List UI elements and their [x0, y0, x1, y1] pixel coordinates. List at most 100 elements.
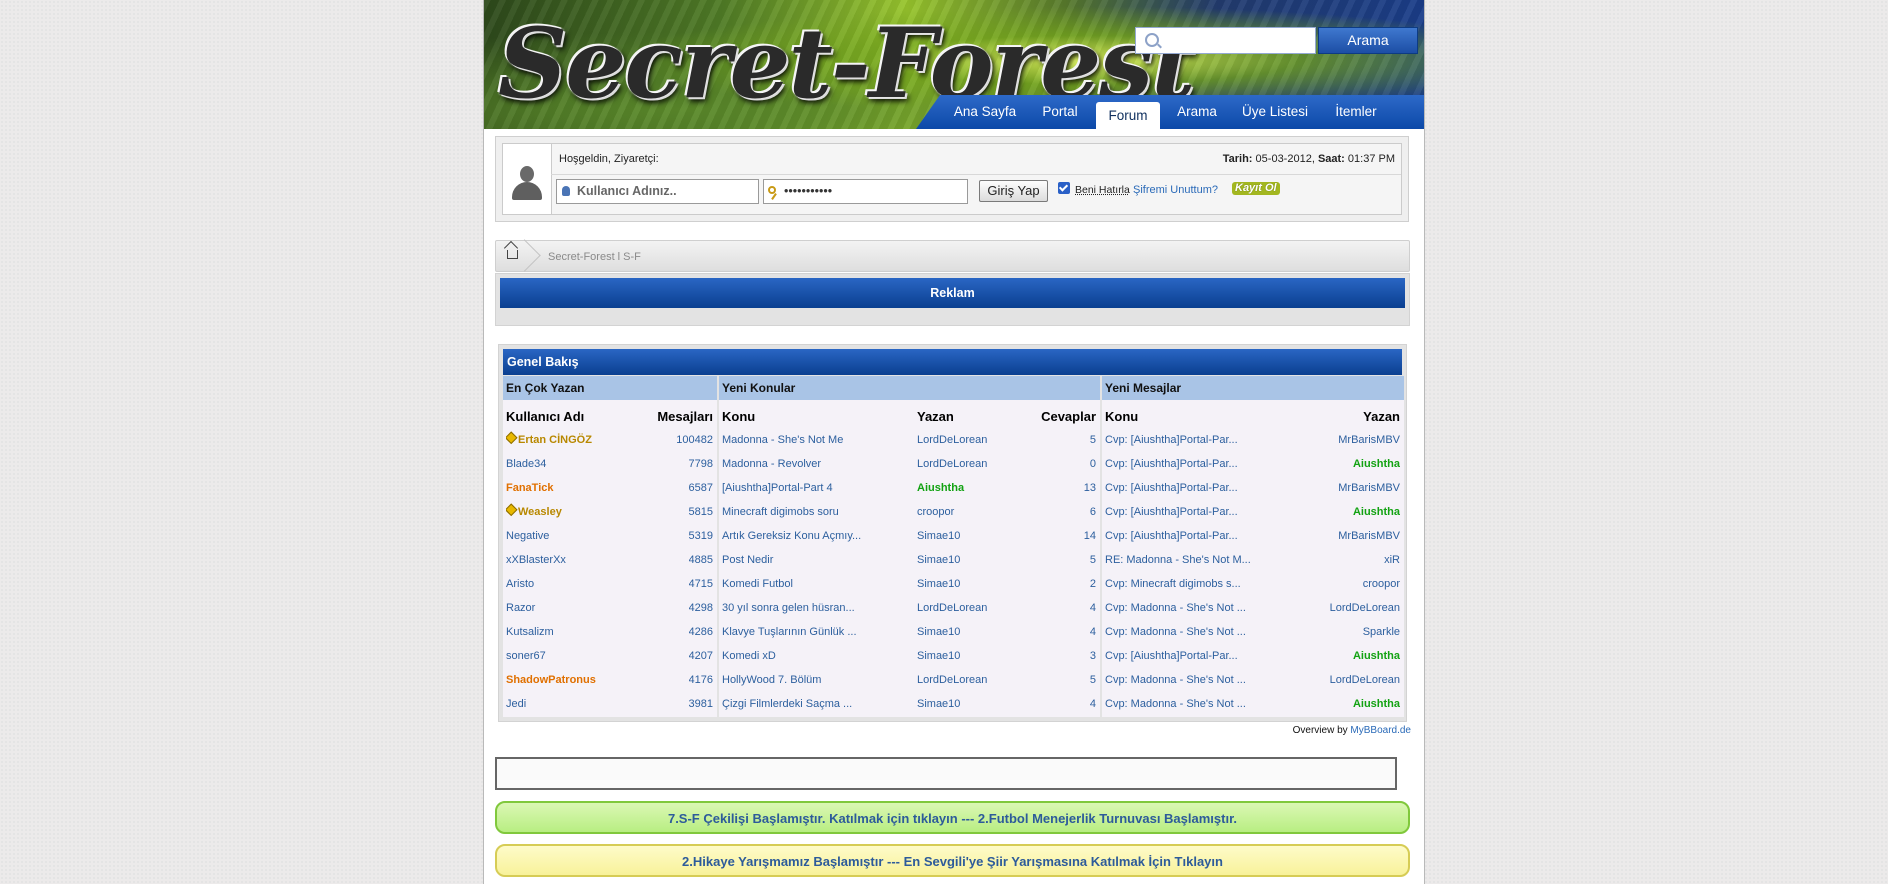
remember-me-label[interactable]: Beni Hatırla: [1075, 184, 1130, 196]
post-author-link[interactable]: MrBarisMBV: [1338, 476, 1400, 500]
key-icon: [768, 186, 776, 194]
search-input[interactable]: [1135, 27, 1316, 54]
post-author-link[interactable]: Sparkle: [1363, 620, 1400, 644]
post-author-link[interactable]: MrBarisMBV: [1338, 524, 1400, 548]
thread-author-link[interactable]: LordDeLorean: [917, 668, 1027, 692]
username-text: Razor: [506, 602, 536, 614]
post-author-link[interactable]: Aiushtha: [1353, 452, 1400, 476]
post-topic-link[interactable]: Cvp: [Aiushtha]Portal-Par...: [1105, 524, 1305, 548]
date-label: Tarih:: [1222, 153, 1253, 165]
post-author-link[interactable]: Aiushtha: [1353, 500, 1400, 524]
remember-me-checkbox[interactable]: [1058, 182, 1070, 194]
table-row: Post Nedir Simae10 5: [719, 548, 1100, 572]
password-field[interactable]: •••••••••••: [763, 179, 968, 204]
thread-topic-link[interactable]: HollyWood 7. Bölüm: [722, 668, 912, 692]
thread-author-link[interactable]: LordDeLorean: [917, 452, 1027, 476]
nav-item-uye-listesi[interactable]: Üye Listesi: [1234, 95, 1316, 129]
nav-item-ana-sayfa[interactable]: Ana Sayfa: [945, 95, 1025, 129]
thread-topic-link[interactable]: Komedi xD: [722, 644, 912, 668]
username-link[interactable]: Kutsalizm: [506, 620, 656, 644]
thread-topic-link[interactable]: Madonna - Revolver: [722, 452, 912, 476]
announcement-banner[interactable]: 7.S-F Çekilişi Başlamıştır. Katılmak içi…: [495, 801, 1410, 834]
post-author-link[interactable]: Aiushtha: [1353, 692, 1400, 716]
nav-item-forum[interactable]: Forum: [1096, 102, 1160, 129]
table-row: Cvp: Madonna - She's Not ... Aiushtha: [1102, 692, 1404, 716]
username-link[interactable]: Ertan CİNGÖZ: [506, 428, 656, 452]
post-count: 4715: [688, 578, 713, 590]
post-topic-link[interactable]: Cvp: [Aiushtha]Portal-Par...: [1105, 476, 1305, 500]
thread-author-link[interactable]: Simae10: [917, 692, 1027, 716]
reply-count: 4: [1089, 626, 1096, 638]
thread-topic-link[interactable]: Minecraft digimobs soru: [722, 500, 912, 524]
search-button[interactable]: Arama: [1318, 27, 1418, 54]
breadcrumb: Secret-Forest l S-F: [495, 240, 1410, 272]
post-author-link[interactable]: Aiushtha: [1353, 644, 1400, 668]
thread-author-link[interactable]: LordDeLorean: [917, 596, 1027, 620]
reply-count: 14: [1083, 530, 1096, 542]
username-link[interactable]: Aristo: [506, 572, 656, 596]
announcement-banner[interactable]: 2.Hikaye Yarışmamız Başlamıştır --- En S…: [495, 844, 1410, 877]
post-author-link[interactable]: LordDeLorean: [1330, 596, 1400, 620]
table-row: Cvp: [Aiushtha]Portal-Par... Aiushtha: [1102, 452, 1404, 476]
username-link[interactable]: Negative: [506, 524, 656, 548]
username-link[interactable]: Jedi: [506, 692, 656, 716]
post-author-link[interactable]: MrBarisMBV: [1338, 428, 1400, 452]
post-topic-link[interactable]: Cvp: Madonna - She's Not ...: [1105, 596, 1305, 620]
username-field[interactable]: Kullanıcı Adınız..: [556, 179, 759, 204]
nav-item-arama[interactable]: Arama: [1169, 95, 1225, 129]
ad-panel-title: Reklam: [500, 278, 1405, 308]
post-topic-link[interactable]: Cvp: Minecraft digimobs s...: [1105, 572, 1305, 596]
post-author-link[interactable]: xiR: [1384, 548, 1400, 572]
username-link[interactable]: soner67: [506, 644, 656, 668]
thread-topic-link[interactable]: Madonna - She's Not Me: [722, 428, 912, 452]
thread-author-link[interactable]: LordDeLorean: [917, 428, 1027, 452]
username-link[interactable]: Weasley: [506, 500, 656, 524]
table-row: [Aiushtha]Portal-Part 4 Aiushtha 13: [719, 476, 1100, 500]
login-button[interactable]: Giriş Yap: [979, 180, 1048, 202]
thread-author-link[interactable]: Simae10: [917, 620, 1027, 644]
thread-author-link[interactable]: croopor: [917, 500, 1027, 524]
new-posts-heading: Yeni Mesajlar: [1102, 376, 1404, 400]
forgot-password-link[interactable]: Şifremi Unuttum?: [1133, 184, 1218, 196]
table-row: Cvp: [Aiushtha]Portal-Par... Aiushtha: [1102, 500, 1404, 524]
thread-author-link[interactable]: Simae10: [917, 572, 1027, 596]
nav-item-itemler[interactable]: İtemler: [1324, 95, 1388, 129]
username-link[interactable]: xXBlasterXx: [506, 548, 656, 572]
list-item: Aristo 4715: [503, 572, 717, 596]
post-topic-link[interactable]: Cvp: [Aiushtha]Portal-Par...: [1105, 428, 1305, 452]
rank-diamond-icon: [506, 431, 518, 445]
thread-author-link[interactable]: Simae10: [917, 524, 1027, 548]
nav-item-portal[interactable]: Portal: [1032, 95, 1088, 129]
username-link[interactable]: Blade34: [506, 452, 656, 476]
thread-topic-link[interactable]: 30 yıl sonra gelen hüsran...: [722, 596, 912, 620]
thread-author-link[interactable]: Simae10: [917, 548, 1027, 572]
post-topic-link[interactable]: Cvp: [Aiushtha]Portal-Par...: [1105, 500, 1305, 524]
post-topic-link[interactable]: RE: Madonna - She's Not M...: [1105, 548, 1305, 572]
post-topic-link[interactable]: Cvp: Madonna - She's Not ...: [1105, 668, 1305, 692]
username-text: FanaTick: [506, 482, 554, 494]
post-author-link[interactable]: croopor: [1363, 572, 1400, 596]
username-link[interactable]: FanaTick: [506, 476, 656, 500]
post-topic-link[interactable]: Cvp: [Aiushtha]Portal-Par...: [1105, 644, 1305, 668]
register-link[interactable]: Kayıt Ol: [1232, 182, 1280, 195]
table-row: RE: Madonna - She's Not M... xiR: [1102, 548, 1404, 572]
col-username-header: Kullanıcı Adı: [506, 409, 585, 424]
post-topic-link[interactable]: Cvp: [Aiushtha]Portal-Par...: [1105, 452, 1305, 476]
breadcrumb-home[interactable]: [496, 241, 530, 271]
post-topic-link[interactable]: Cvp: Madonna - She's Not ...: [1105, 692, 1305, 716]
thread-topic-link[interactable]: Artık Gereksiz Konu Açmıy...: [722, 524, 912, 548]
username-link[interactable]: Razor: [506, 596, 656, 620]
list-item: ShadowPatronus 4176: [503, 668, 717, 692]
thread-topic-link[interactable]: Klavye Tuşlarının Günlük ...: [722, 620, 912, 644]
breadcrumb-current[interactable]: Secret-Forest l S-F: [548, 251, 641, 263]
credit-link[interactable]: MyBBoard.de: [1350, 725, 1411, 736]
post-topic-link[interactable]: Cvp: Madonna - She's Not ...: [1105, 620, 1305, 644]
thread-topic-link[interactable]: Post Nedir: [722, 548, 912, 572]
post-author-link[interactable]: LordDeLorean: [1330, 668, 1400, 692]
thread-author-link[interactable]: Aiushtha: [917, 476, 1027, 500]
thread-topic-link[interactable]: [Aiushtha]Portal-Part 4: [722, 476, 912, 500]
thread-author-link[interactable]: Simae10: [917, 644, 1027, 668]
username-link[interactable]: ShadowPatronus: [506, 668, 656, 692]
thread-topic-link[interactable]: Komedi Futbol: [722, 572, 912, 596]
thread-topic-link[interactable]: Çizgi Filmlerdeki Saçma ...: [722, 692, 912, 716]
